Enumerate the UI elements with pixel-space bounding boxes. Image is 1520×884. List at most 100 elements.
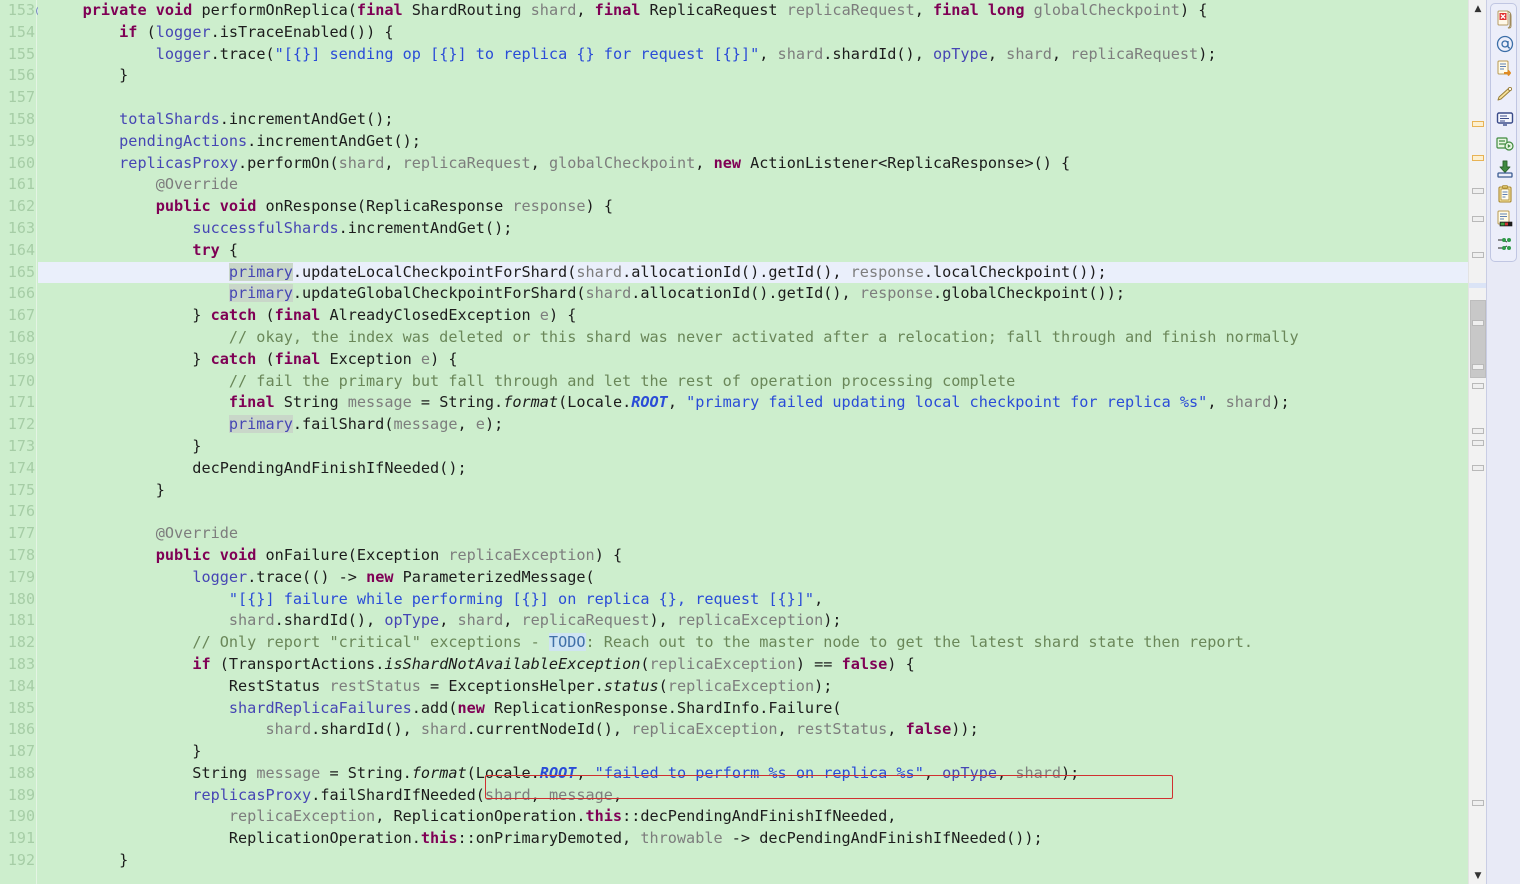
- code-text-area[interactable]: private void performOnReplica(final Shar…: [38, 0, 1468, 884]
- line-number-190[interactable]: 190: [0, 806, 38, 828]
- document-export-icon[interactable]: [1491, 57, 1519, 81]
- code-line-164[interactable]: try {: [38, 240, 1468, 262]
- code-line-160[interactable]: replicasProxy.performOn(shard, replicaRe…: [38, 153, 1468, 175]
- line-number-179[interactable]: 179: [0, 567, 38, 589]
- code-line-177[interactable]: @Override: [38, 523, 1468, 545]
- overview-marker-2[interactable]: [1472, 188, 1484, 194]
- line-number-163[interactable]: 163: [0, 218, 38, 240]
- line-number-181[interactable]: 181: [0, 610, 38, 632]
- code-line-171[interactable]: final String message = String.format(Loc…: [38, 392, 1468, 414]
- code-line-165[interactable]: primary.updateLocalCheckpointForShard(sh…: [38, 261, 1468, 284]
- code-line-172[interactable]: primary.failShard(message, e);: [38, 414, 1468, 436]
- code-line-153[interactable]: private void performOnReplica(final Shar…: [38, 0, 1468, 22]
- line-number-189[interactable]: 189: [0, 785, 38, 807]
- line-number-174[interactable]: 174: [0, 458, 38, 480]
- line-number-155[interactable]: 155: [0, 44, 38, 66]
- line-number-170[interactable]: 170: [0, 371, 38, 393]
- line-number-187[interactable]: 187: [0, 741, 38, 763]
- code-line-180[interactable]: "[{}] failure while performing [{}] on r…: [38, 589, 1468, 611]
- overview-marker-7[interactable]: [1472, 383, 1484, 389]
- download-icon[interactable]: [1491, 157, 1519, 181]
- overview-marker-11[interactable]: [1472, 800, 1484, 806]
- code-line-182[interactable]: // Only report "critical" exceptions - T…: [38, 632, 1468, 654]
- line-number-168[interactable]: 168: [0, 327, 38, 349]
- line-number-171[interactable]: 171: [0, 392, 38, 414]
- bookmark-error-icon[interactable]: [1491, 7, 1519, 31]
- code-line-162[interactable]: public void onResponse(ReplicaResponse r…: [38, 196, 1468, 218]
- overview-marker-1[interactable]: [1472, 155, 1484, 161]
- line-number-186[interactable]: 186: [0, 719, 38, 741]
- overview-marker-8[interactable]: [1472, 428, 1484, 434]
- code-line-163[interactable]: successfulShards.incrementAndGet();: [38, 218, 1468, 240]
- line-number-191[interactable]: 191: [0, 828, 38, 850]
- vertical-scrollbar[interactable]: ▲ ▼: [1468, 0, 1487, 884]
- line-number-156[interactable]: 156: [0, 65, 38, 87]
- code-line-191[interactable]: ReplicationOperation.this::onPrimaryDemo…: [38, 828, 1468, 850]
- overview-marker-3[interactable]: [1472, 216, 1484, 222]
- pencil-marker-icon[interactable]: [1491, 82, 1519, 106]
- monitor-console-icon[interactable]: [1491, 107, 1519, 131]
- line-number-158[interactable]: 158: [0, 109, 38, 131]
- line-number-176[interactable]: 176: [0, 501, 38, 523]
- run-document-icon[interactable]: [1491, 132, 1519, 156]
- line-number-166[interactable]: 166: [0, 283, 38, 305]
- clipboard-icon[interactable]: [1491, 182, 1519, 206]
- code-line-192[interactable]: }: [38, 850, 1468, 872]
- code-line-174[interactable]: decPendingAndFinishIfNeeded();: [38, 458, 1468, 480]
- code-line-179[interactable]: logger.trace(() -> new ParameterizedMess…: [38, 567, 1468, 589]
- line-number-162[interactable]: 162: [0, 196, 38, 218]
- line-number-169[interactable]: 169: [0, 349, 38, 371]
- line-number-185[interactable]: 185: [0, 698, 38, 720]
- overview-marker-5[interactable]: [1472, 320, 1484, 326]
- line-number-177[interactable]: 177: [0, 523, 38, 545]
- overview-marker-6[interactable]: [1472, 364, 1484, 370]
- code-line-185[interactable]: shardReplicaFailures.add(new Replication…: [38, 698, 1468, 720]
- code-line-181[interactable]: shard.shardId(), opType, shard, replicaR…: [38, 610, 1468, 632]
- code-line-189[interactable]: replicasProxy.failShardIfNeeded(shard, m…: [38, 785, 1468, 807]
- line-number-184[interactable]: 184: [0, 676, 38, 698]
- line-number-192[interactable]: 192: [0, 850, 38, 872]
- code-line-168[interactable]: // okay, the index was deleted or this s…: [38, 327, 1468, 349]
- code-line-159[interactable]: pendingActions.incrementAndGet();: [38, 131, 1468, 153]
- line-number-157[interactable]: 157: [0, 87, 38, 109]
- code-line-161[interactable]: @Override: [38, 174, 1468, 196]
- code-line-167[interactable]: } catch (final AlreadyClosedException e)…: [38, 305, 1468, 327]
- line-number-164[interactable]: 164: [0, 240, 38, 262]
- code-line-187[interactable]: }: [38, 741, 1468, 763]
- code-line-158[interactable]: totalShards.incrementAndGet();: [38, 109, 1468, 131]
- at-sign-icon[interactable]: [1491, 32, 1519, 56]
- line-number-167[interactable]: 167: [0, 305, 38, 327]
- line-number-188[interactable]: 188: [0, 763, 38, 785]
- overview-marker-0[interactable]: [1472, 121, 1484, 127]
- code-line-190[interactable]: replicaException, ReplicationOperation.t…: [38, 806, 1468, 828]
- scroll-up-arrow-icon[interactable]: ▲: [1469, 0, 1487, 17]
- code-line-178[interactable]: public void onFailure(Exception replicaE…: [38, 545, 1468, 567]
- code-line-184[interactable]: RestStatus restStatus = ExceptionsHelper…: [38, 676, 1468, 698]
- scroll-down-arrow-icon[interactable]: ▼: [1469, 867, 1487, 884]
- line-number-165[interactable]: 165: [0, 262, 38, 284]
- overview-marker-9[interactable]: [1472, 440, 1484, 446]
- line-number-182[interactable]: 182: [0, 632, 38, 654]
- line-number-180[interactable]: 180: [0, 589, 38, 611]
- code-line-170[interactable]: // fail the primary but fall through and…: [38, 371, 1468, 393]
- line-number-161[interactable]: 161: [0, 174, 38, 196]
- line-number-178[interactable]: 178: [0, 545, 38, 567]
- line-number-153[interactable]: 153: [0, 0, 38, 22]
- report-progress-icon[interactable]: [1491, 207, 1519, 231]
- overview-marker-10[interactable]: [1472, 465, 1484, 471]
- code-line-183[interactable]: if (TransportActions.isShardNotAvailable…: [38, 654, 1468, 676]
- code-line-157[interactable]: [38, 87, 1468, 109]
- line-number-173[interactable]: 173: [0, 436, 38, 458]
- code-line-173[interactable]: }: [38, 436, 1468, 458]
- line-number-175[interactable]: 175: [0, 480, 38, 502]
- code-line-176[interactable]: [38, 501, 1468, 523]
- code-line-155[interactable]: logger.trace("[{}] sending op [{}] to re…: [38, 44, 1468, 66]
- line-number-gutter[interactable]: 153 154 155 156 157 158 159 160 161 162 163 164 165 1…: [0, 0, 38, 884]
- line-number-154[interactable]: 154: [0, 22, 38, 44]
- code-line-169[interactable]: } catch (final Exception e) {: [38, 349, 1468, 371]
- code-line-154[interactable]: if (logger.isTraceEnabled()) {: [38, 22, 1468, 44]
- line-number-183[interactable]: 183: [0, 654, 38, 676]
- line-number-159[interactable]: 159: [0, 131, 38, 153]
- code-line-156[interactable]: }: [38, 65, 1468, 87]
- line-number-172[interactable]: 172: [0, 414, 38, 436]
